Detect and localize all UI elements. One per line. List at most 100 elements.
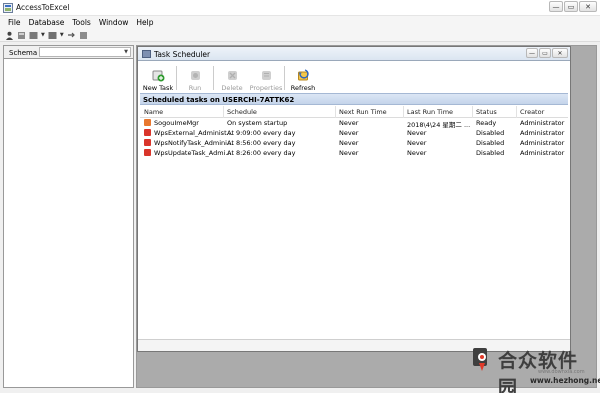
task-next-run: Never — [339, 129, 359, 137]
app-title: AccessToExcel — [16, 3, 70, 12]
schema-select[interactable]: ▼ — [39, 47, 131, 57]
chevron-down-icon: ▼ — [124, 49, 128, 55]
wps-task-icon — [144, 139, 151, 146]
minimize-icon: — — [552, 2, 560, 11]
close-icon: ✕ — [557, 49, 563, 57]
new-task-icon — [152, 70, 164, 82]
task-schedule: At 9:09:00 every day — [227, 129, 296, 137]
task-scheduler-window: Task Scheduler — ▭ ✕ New Task Run Delete… — [137, 46, 571, 352]
properties-icon — [261, 71, 271, 80]
refresh-button[interactable]: Refresh — [287, 64, 319, 92]
column-divider[interactable] — [472, 106, 473, 118]
table-row[interactable]: SogouImeMgr On system startup Never 2018… — [140, 118, 568, 129]
column-divider[interactable] — [516, 106, 517, 118]
child-window-controls: — ▭ ✕ — [525, 48, 568, 58]
task-schedule: At 8:26:00 every day — [227, 149, 296, 157]
grid-dropdown-icon[interactable]: ▼ — [60, 32, 64, 38]
column-schedule[interactable]: Schedule — [227, 108, 257, 116]
column-last-run-time[interactable]: Last Run Time — [407, 108, 453, 116]
close-icon: ✕ — [585, 2, 591, 11]
table-header: Name Schedule Next Run Time Last Run Tim… — [140, 106, 568, 118]
task-creator: Administrator — [520, 119, 565, 127]
database-icon[interactable] — [17, 31, 26, 40]
window-controls: — ▭ ✕ — [548, 1, 597, 12]
properties-button[interactable]: Properties — [250, 64, 282, 92]
task-table: Name Schedule Next Run Time Last Run Tim… — [140, 106, 568, 158]
column-divider[interactable] — [403, 106, 404, 118]
minimize-button[interactable]: — — [549, 1, 563, 12]
export-icon[interactable] — [67, 31, 76, 40]
delete-label: Delete — [221, 84, 243, 92]
column-status[interactable]: Status — [476, 108, 497, 116]
task-scheduler-icon — [142, 50, 151, 58]
task-schedule: At 8:56:00 every day — [227, 139, 296, 147]
task-creator: Administrator — [520, 129, 565, 137]
task-name: SogouImeMgr — [154, 119, 199, 127]
task-scheduler-title-bar: Task Scheduler — ▭ ✕ — [138, 47, 570, 61]
task-status: Disabled — [476, 129, 505, 137]
table-row[interactable]: WpsUpdateTask_Admi... At 8:26:00 every d… — [140, 148, 568, 158]
table-row[interactable]: WpsExternal_Administ... At 9:09:00 every… — [140, 128, 568, 138]
child-minimize-button[interactable]: — — [526, 48, 538, 58]
new-task-label: New Task — [142, 84, 174, 92]
toolbar-divider — [176, 66, 177, 90]
restore-button[interactable]: ▭ — [564, 1, 578, 12]
task-schedule: On system startup — [227, 119, 288, 127]
square-icon[interactable] — [79, 31, 88, 40]
menu-tools[interactable]: Tools — [68, 18, 94, 27]
menu-help[interactable]: Help — [132, 18, 157, 27]
task-creator: Administrator — [520, 139, 565, 147]
properties-label: Properties — [249, 84, 283, 92]
delete-icon — [227, 71, 237, 80]
hezhong-logo-icon — [473, 348, 487, 371]
schema-pane: Schema ▼ — [3, 45, 134, 388]
task-next-run: Never — [339, 139, 359, 147]
wps-task-icon — [144, 149, 151, 156]
table-dropdown-icon[interactable]: ▼ — [41, 32, 45, 38]
menu-file[interactable]: File — [4, 18, 25, 27]
grid-icon[interactable] — [48, 31, 57, 40]
column-divider[interactable] — [335, 106, 336, 118]
table-row[interactable]: WpsNotifyTask_Admini... At 8:56:00 every… — [140, 138, 568, 148]
task-scheduler-title: Task Scheduler — [154, 50, 211, 59]
menu-window[interactable]: Window — [95, 18, 133, 27]
column-name[interactable]: Name — [144, 108, 163, 116]
scheduled-tasks-header: Scheduled tasks on USERCHI-7ATTK62 — [140, 93, 568, 105]
minimize-icon: — — [529, 49, 535, 57]
task-creator: Administrator — [520, 149, 565, 157]
task-toolbar: New Task Run Delete Properties Refresh — [142, 63, 566, 92]
toolbar-divider — [284, 66, 285, 90]
task-status: Disabled — [476, 139, 505, 147]
sogou-icon — [144, 119, 151, 126]
child-restore-button[interactable]: ▭ — [539, 48, 551, 58]
delete-button[interactable]: Delete — [216, 64, 248, 92]
column-next-run-time[interactable]: Next Run Time — [339, 108, 387, 116]
user-icon[interactable] — [5, 31, 14, 40]
task-last-run: Never — [407, 139, 427, 147]
run-icon — [190, 71, 200, 80]
new-task-button[interactable]: New Task — [142, 64, 174, 92]
column-divider[interactable] — [223, 106, 224, 118]
column-creator[interactable]: Creator — [520, 108, 544, 116]
task-next-run: Never — [339, 119, 359, 127]
task-next-run: Never — [339, 149, 359, 157]
menu-database[interactable]: Database — [25, 18, 69, 27]
close-button[interactable]: ✕ — [579, 1, 597, 12]
task-name: WpsNotifyTask_Admini... — [154, 139, 234, 147]
child-close-button[interactable]: ✕ — [552, 48, 568, 58]
run-button[interactable]: Run — [179, 64, 211, 92]
toolbar-divider — [213, 66, 214, 90]
watermark-url: www.hezhong.net — [530, 376, 600, 385]
schema-label: Schema — [9, 49, 38, 57]
schema-header: Schema ▼ — [4, 46, 133, 59]
task-name: WpsExternal_Administ... — [154, 129, 233, 137]
table-icon[interactable] — [29, 31, 38, 40]
restore-icon: ▭ — [542, 49, 548, 57]
menu-bar: File Database Tools Window Help — [0, 16, 600, 29]
task-last-run: Never — [407, 129, 427, 137]
restore-icon: ▭ — [567, 2, 575, 11]
task-status: Disabled — [476, 149, 505, 157]
refresh-icon — [297, 69, 309, 81]
refresh-label: Refresh — [290, 84, 316, 92]
wps-task-icon — [144, 129, 151, 136]
